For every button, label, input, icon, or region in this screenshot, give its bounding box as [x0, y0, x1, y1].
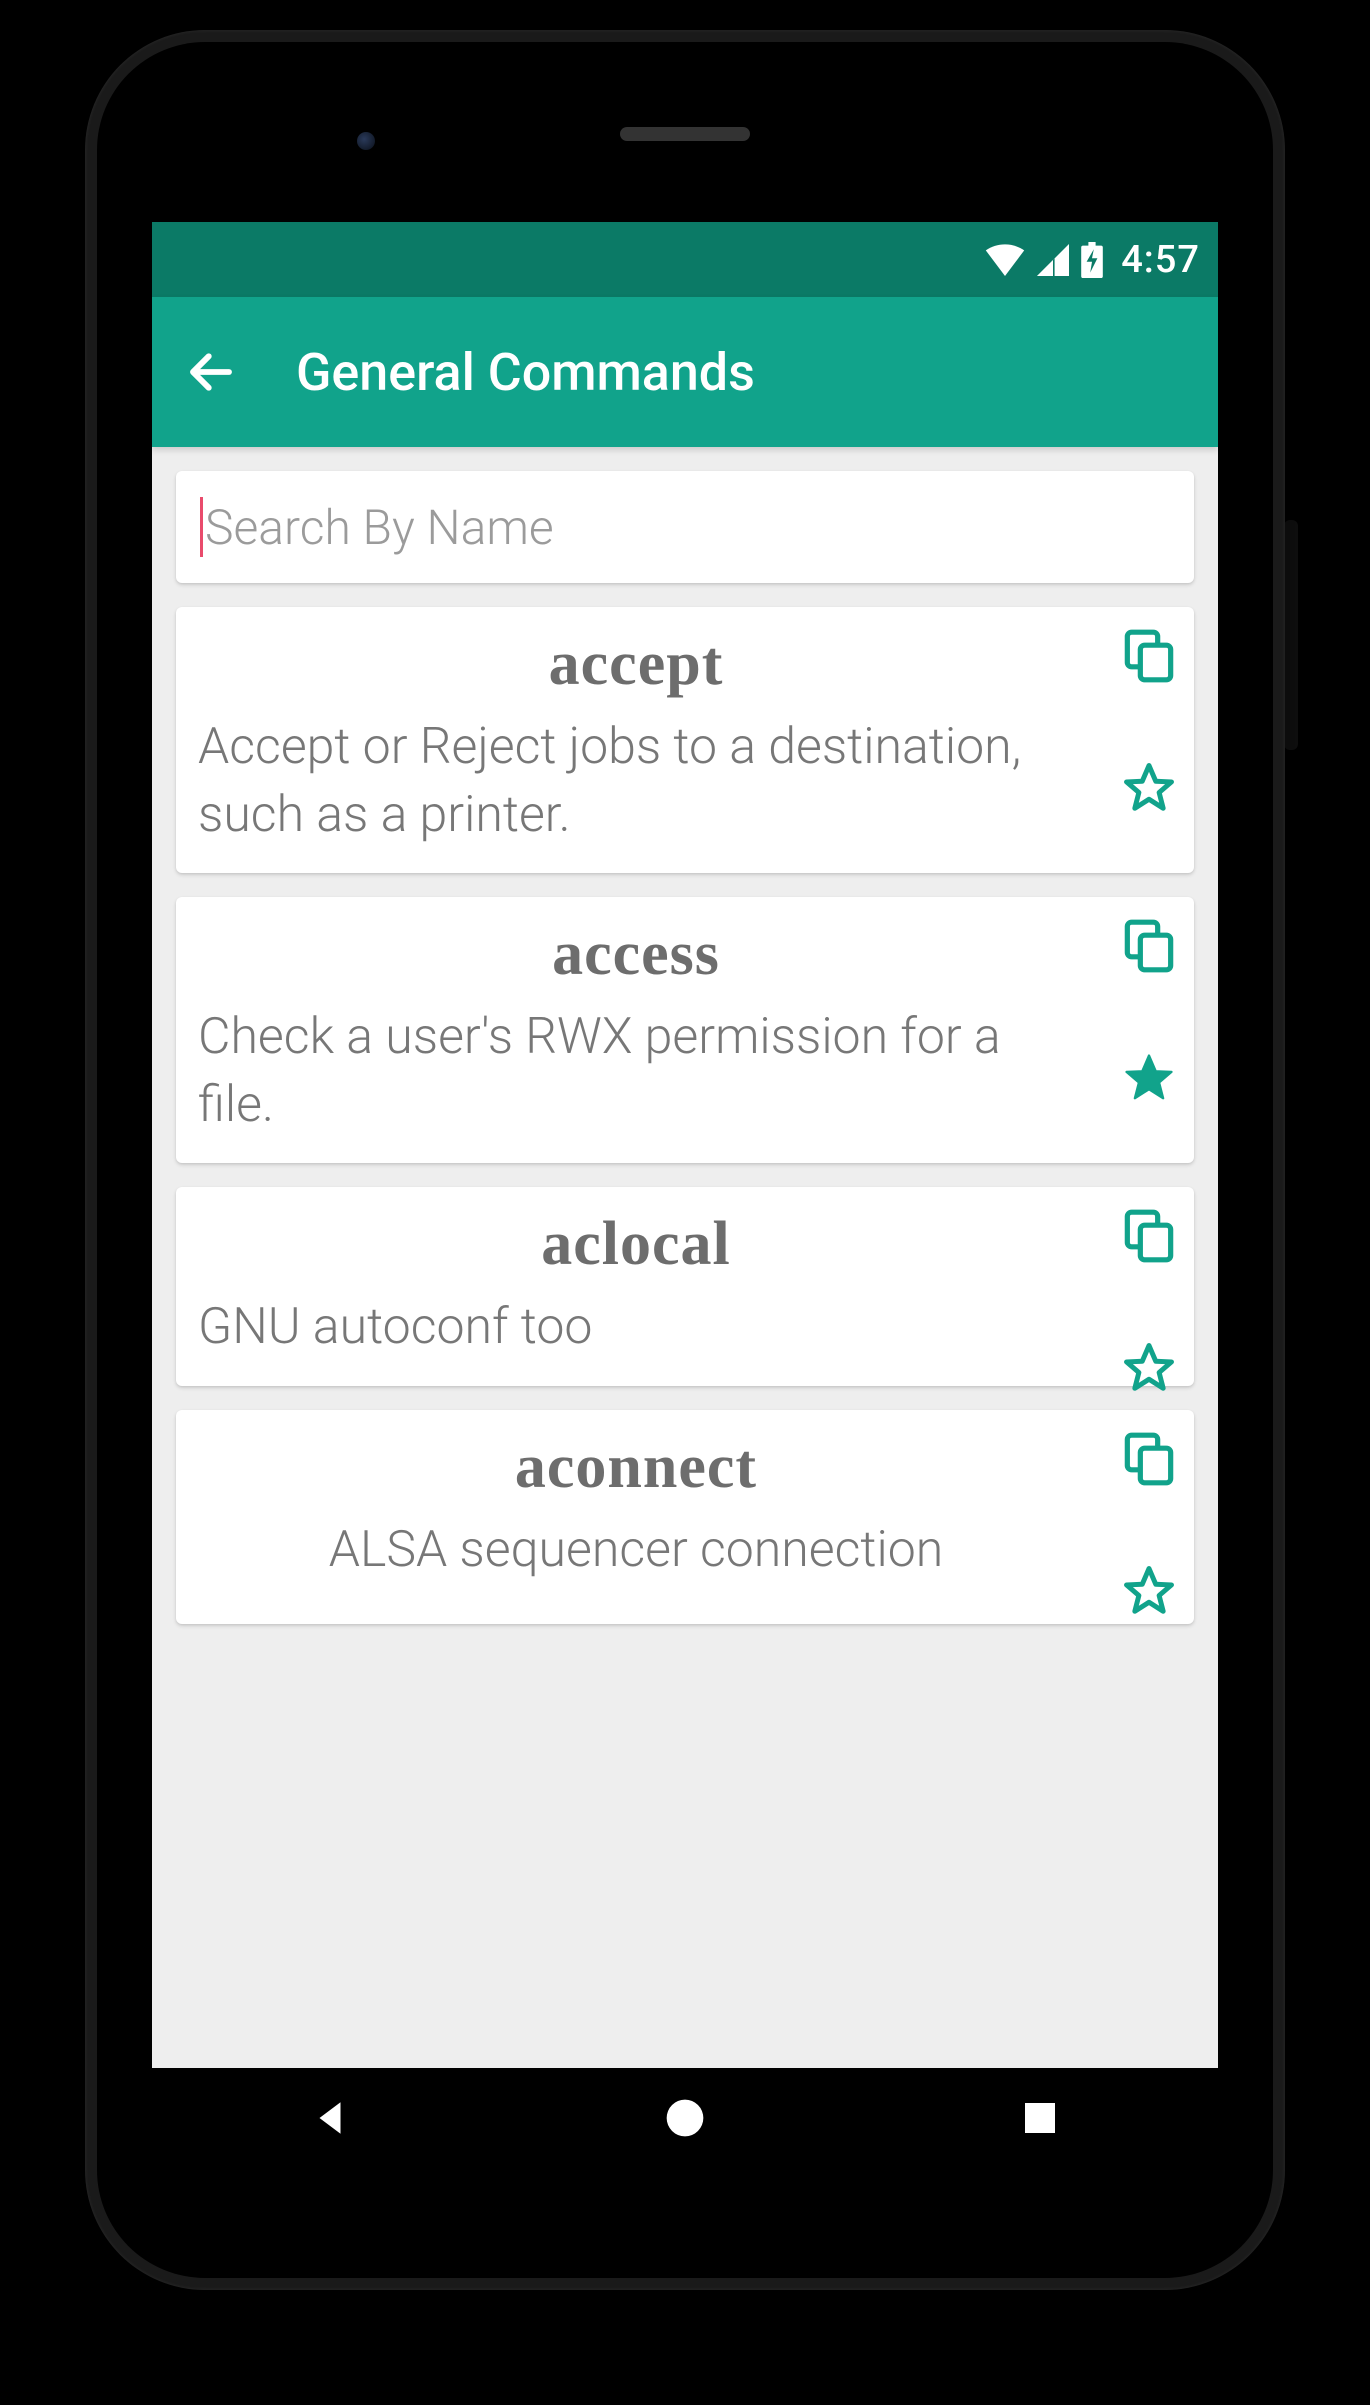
card-actions	[1118, 915, 1180, 1109]
phone-bezel: 4:57 General Commands Search By Name acc…	[97, 42, 1273, 2278]
command-name: access	[198, 919, 1074, 990]
nav-recent-button[interactable]	[950, 2098, 1130, 2138]
star-outline-icon[interactable]	[1118, 1560, 1180, 1622]
command-name: aconnect	[198, 1432, 1074, 1503]
command-name: aclocal	[198, 1209, 1074, 1280]
command-description: GNU autoconf too	[198, 1294, 1074, 1362]
android-nav-bar	[152, 2068, 1218, 2168]
command-card[interactable]: access Check a user's RWX permission for…	[176, 897, 1194, 1163]
command-card[interactable]: aclocal GNU autoconf too	[176, 1187, 1194, 1386]
card-actions	[1118, 1428, 1180, 1622]
search-placeholder: Search By Name	[205, 499, 554, 556]
clock-text: 4:57	[1121, 238, 1200, 282]
back-button[interactable]	[176, 345, 246, 399]
cell-signal-icon	[1037, 244, 1069, 276]
app-bar: General Commands	[152, 297, 1218, 447]
content-area: Search By Name accept Accept or Reject j…	[152, 447, 1218, 1648]
text-cursor	[200, 497, 203, 557]
card-actions	[1118, 1205, 1180, 1399]
screen: 4:57 General Commands Search By Name acc…	[152, 222, 1218, 2088]
front-camera	[357, 132, 375, 150]
status-bar: 4:57	[152, 222, 1218, 297]
star-filled-icon[interactable]	[1118, 1047, 1180, 1109]
command-description: Accept or Reject jobs to a destination, …	[198, 714, 1074, 849]
command-description: ALSA sequencer connection	[198, 1517, 1074, 1585]
earpiece	[620, 127, 750, 141]
copy-icon[interactable]	[1118, 1205, 1180, 1267]
card-actions	[1118, 625, 1180, 819]
command-description: Check a user's RWX permission for a file…	[198, 1004, 1074, 1139]
star-outline-icon[interactable]	[1118, 757, 1180, 819]
search-input[interactable]: Search By Name	[176, 471, 1194, 583]
copy-icon[interactable]	[1118, 1428, 1180, 1490]
command-card[interactable]: aconnect ALSA sequencer connection	[176, 1410, 1194, 1625]
command-card[interactable]: accept Accept or Reject jobs to a destin…	[176, 607, 1194, 873]
star-outline-icon[interactable]	[1118, 1337, 1180, 1399]
phone-frame: 4:57 General Commands Search By Name acc…	[85, 30, 1285, 2290]
phone-side-button	[1284, 520, 1298, 750]
command-name: accept	[198, 629, 1074, 700]
battery-charging-icon	[1081, 242, 1103, 278]
wifi-icon	[985, 244, 1025, 276]
nav-home-button[interactable]	[595, 2096, 775, 2140]
nav-back-button[interactable]	[240, 2097, 420, 2139]
copy-icon[interactable]	[1118, 915, 1180, 977]
page-title: General Commands	[296, 342, 755, 403]
copy-icon[interactable]	[1118, 625, 1180, 687]
